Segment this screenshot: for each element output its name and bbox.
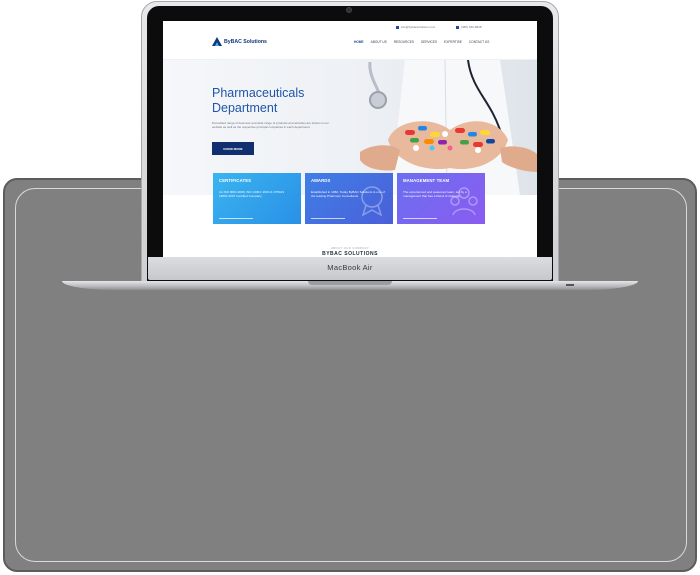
card-text: An ISO 9001:2008, ISO 14001: 2004 & OHSA…: [219, 190, 285, 199]
card-management-team[interactable]: MANAGEMENT TEAM The experienced and seas…: [397, 173, 485, 224]
card-divider: [403, 218, 437, 219]
site-navbar: ByBAC Solutions HOME ABOUT US RESOURCES …: [163, 32, 537, 60]
card-awards[interactable]: AWARDS Established in 1982, Today ByBAC …: [305, 173, 393, 224]
laptop-indicator: [566, 284, 574, 286]
logo-mark-icon: [212, 37, 222, 46]
about-eyebrow: ABOUT OUR COMPANY: [330, 246, 370, 250]
about-heading: BYBAC SOLUTIONS: [322, 251, 378, 257]
mail-icon: [396, 25, 399, 29]
card-divider: [311, 218, 345, 219]
site-topbar: info@bybacsolutions.com (480) 940-9848: [163, 21, 537, 32]
topbar-email-text: info@bybacsolutions.com: [401, 25, 436, 29]
card-divider: [219, 218, 253, 219]
hero-title: Pharmaceuticals Department: [212, 86, 304, 115]
site-logo[interactable]: ByBAC Solutions: [212, 37, 267, 46]
card-title: CERTIFICATES: [219, 178, 252, 183]
topbar-phone[interactable]: (480) 940-9848: [456, 25, 482, 29]
camera-icon: [346, 7, 352, 13]
award-icon: [361, 186, 383, 217]
card-certificates[interactable]: CERTIFICATES An ISO 9001:2008, ISO 14001…: [213, 173, 301, 224]
nav-contact-us[interactable]: CONTACT US: [469, 40, 489, 44]
logo-text: ByBAC Solutions: [224, 38, 267, 45]
hero-description: Diversified range of business and wide r…: [212, 121, 329, 130]
laptop-notch: [308, 281, 392, 285]
topbar-phone-text: (480) 940-9848: [461, 25, 482, 29]
nav-about-us[interactable]: ABOUT US: [371, 40, 387, 44]
main-menu: HOME ABOUT US RESOURCES SERVICES EXPERTI…: [354, 40, 489, 44]
nav-expertise[interactable]: EXPERTISE: [444, 40, 462, 44]
feature-cards: CERTIFICATES An ISO 9001:2008, ISO 14001…: [213, 173, 485, 224]
topbar-email[interactable]: info@bybacsolutions.com: [396, 25, 435, 29]
laptop-base: [62, 281, 638, 290]
hero-title-line1: Pharmaceuticals: [212, 86, 305, 100]
phone-icon: [456, 25, 459, 29]
nav-home[interactable]: HOME: [354, 40, 364, 44]
hero-title-line2: Department: [212, 100, 278, 115]
laptop-model-label: MacBook Air: [327, 263, 373, 272]
nav-services[interactable]: SERVICES: [421, 40, 437, 44]
nav-resources[interactable]: RESOURCES: [394, 40, 414, 44]
website-screen: info@bybacsolutions.com (480) 940-9848 B…: [163, 21, 537, 257]
team-icon: [450, 187, 478, 216]
know-more-button[interactable]: KNOW MORE: [212, 142, 254, 155]
page: MacBook Air info@bybacsolutions.com (480…: [0, 0, 700, 575]
